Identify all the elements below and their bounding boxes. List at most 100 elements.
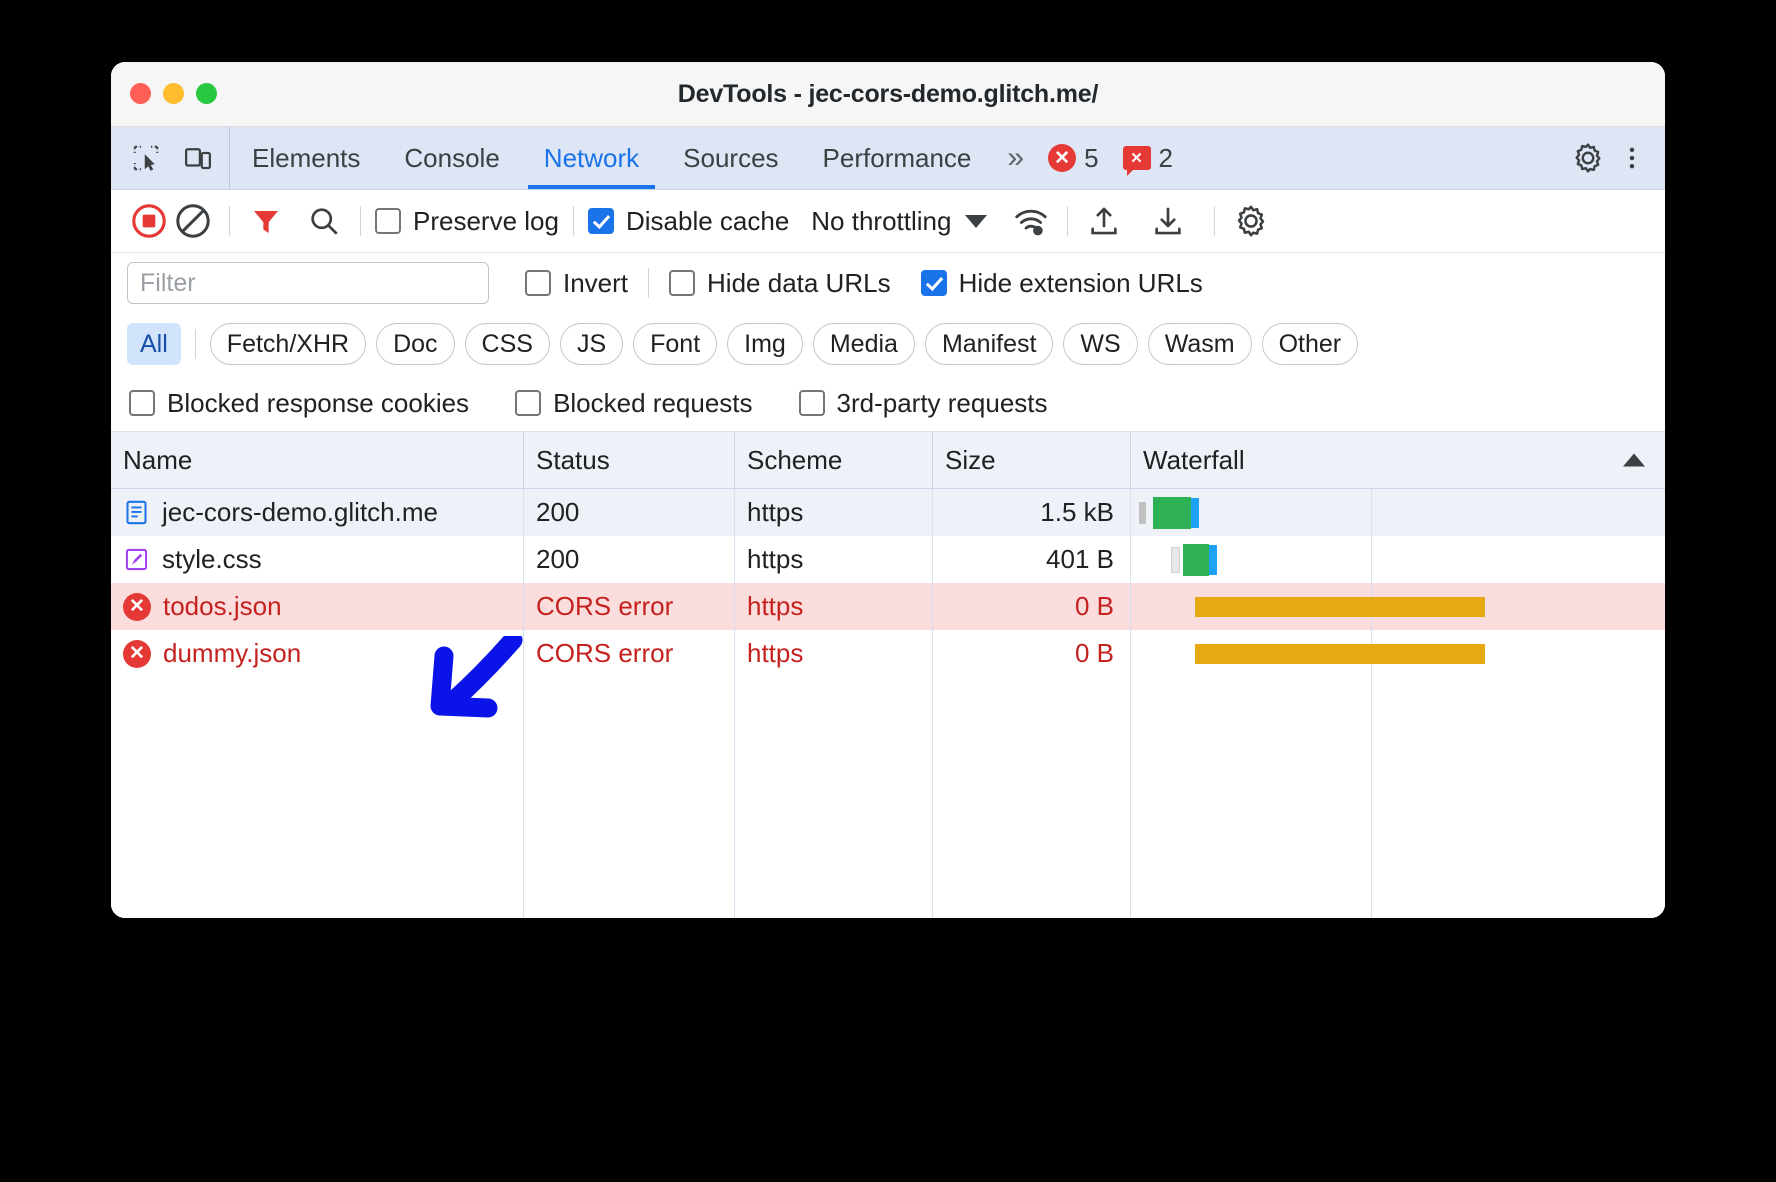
tab-elements[interactable]: Elements [230,127,382,189]
cell-status: CORS error [523,583,734,630]
chip-other[interactable]: Other [1261,323,1359,365]
third-party-requests-checkbox[interactable]: 3rd-party requests [798,387,1048,419]
waterfall-download-bar [1153,496,1191,529]
chip-divider [194,329,196,359]
devtools-tabbar: Elements Console Network Sources Perform… [111,127,1665,190]
invert-checkbox[interactable]: Invert [525,268,628,299]
blocked-filters-row: Blocked response cookies Blocked request… [111,375,1665,432]
requests-table: Name Status Scheme Size Waterfall jec-co… [111,432,1665,918]
minimize-window-button[interactable] [163,83,184,104]
network-settings-gear-icon[interactable] [1229,199,1273,243]
error-badge[interactable]: ✕ 5 [1048,143,1099,174]
column-header-status[interactable]: Status [523,432,734,488]
error-circle-icon: ✕ [1048,144,1077,172]
table-row[interactable]: jec-cors-demo.glitch.me 200 https 1.5 kB [111,489,1665,536]
network-conditions-icon[interactable] [1009,199,1053,243]
chip-wasm[interactable]: Wasm [1147,323,1252,365]
filter-divider [648,268,650,298]
blocked-requests-checkbox[interactable]: Blocked requests [515,387,753,419]
chip-ws[interactable]: WS [1063,323,1138,365]
device-toolbar-icon[interactable] [181,141,215,175]
chip-label: Doc [393,329,438,358]
tab-performance[interactable]: Performance [801,127,994,189]
toolbar-divider-2 [360,206,361,236]
table-row[interactable]: ✕ todos.json CORS error https 0 B [111,583,1665,630]
preserve-log-checkbox[interactable]: Preserve log [375,206,559,237]
checkbox-box [375,208,401,234]
chip-media[interactable]: Media [812,323,915,365]
tab-label: Network [543,142,640,173]
cell-waterfall [1130,630,1665,677]
fill-col-waterfall [1130,677,1665,918]
waterfall-gridline [1371,677,1372,918]
hide-data-urls-checkbox[interactable]: Hide data URLs [669,268,891,299]
cell-waterfall [1130,489,1665,536]
chip-all[interactable]: All [127,323,181,365]
tabbar-left-icons [111,127,230,189]
warning-message-icon: ✕ [1122,146,1151,176]
close-window-button[interactable] [130,83,151,104]
tab-network[interactable]: Network [522,127,661,189]
sort-ascending-icon [1623,453,1645,467]
disable-cache-checkbox[interactable]: Disable cache [587,206,789,237]
column-header-scheme[interactable]: Scheme [734,432,932,488]
warning-badge[interactable]: ✕ 2 [1122,143,1173,176]
chevron-down-icon [965,214,988,228]
cell-name: style.css [111,536,523,583]
chip-label: Fetch/XHR [226,329,350,358]
table-empty-area [111,677,1665,918]
chip-fetch-xhr[interactable]: Fetch/XHR [209,323,367,365]
chip-css[interactable]: CSS [464,323,550,365]
checkbox-box [798,390,825,416]
devtools-window: DevTools - jec-cors-demo.glitch.me/ Elem… [111,62,1665,918]
filter-funnel-icon[interactable] [244,199,288,243]
checkbox-box [129,390,155,416]
chip-js[interactable]: JS [559,323,624,365]
network-toolbar: Preserve log Disable cache No throttling [111,190,1665,253]
throttling-dropdown[interactable]: No throttling [811,206,988,237]
blocked-response-cookies-checkbox[interactable]: Blocked response cookies [129,388,469,419]
filter-input[interactable] [127,262,489,304]
export-har-icon[interactable] [1146,199,1190,243]
third-party-requests-label: 3rd-party requests [836,387,1048,418]
cell-name: ✕ dummy.json [111,630,523,677]
more-tabs-chevron-icon[interactable]: » [993,127,1034,189]
chip-font[interactable]: Font [633,323,718,365]
column-header-size[interactable]: Size [932,432,1130,488]
column-header-name[interactable]: Name [111,432,523,488]
chip-manifest[interactable]: Manifest [924,323,1054,365]
inspect-element-icon[interactable] [129,141,163,175]
table-header-row: Name Status Scheme Size Waterfall [111,432,1665,489]
import-har-icon[interactable] [1082,199,1126,243]
gear-icon[interactable] [1571,141,1605,175]
tab-sources[interactable]: Sources [661,127,800,189]
table-row[interactable]: ✕ dummy.json CORS error https 0 B [111,630,1665,677]
fill-col-status [523,677,734,918]
blocked-requests-label: Blocked requests [553,387,753,418]
cell-scheme: https [734,536,932,583]
column-header-waterfall[interactable]: Waterfall [1130,432,1665,488]
chip-label: CSS [481,329,533,358]
toolbar-divider [229,206,230,236]
column-label: Scheme [747,444,843,475]
chip-label: All [140,329,168,358]
search-icon[interactable] [302,199,346,243]
error-icon: ✕ [123,639,151,668]
record-stop-button[interactable] [127,199,171,243]
clear-button[interactable] [171,199,215,243]
chip-label: Img [744,329,786,358]
table-row[interactable]: style.css 200 https 401 B [111,536,1665,583]
chip-doc[interactable]: Doc [376,323,455,365]
tabbar-right-icons [1571,127,1665,189]
zoom-window-button[interactable] [196,83,217,104]
waterfall-wait-bar [1191,497,1199,528]
hide-extension-urls-checkbox[interactable]: Hide extension URLs [920,268,1203,299]
kebab-menu-icon[interactable] [1615,141,1649,175]
chip-img[interactable]: Img [727,323,803,365]
tab-label: Console [404,142,500,173]
tab-console[interactable]: Console [382,127,521,189]
cell-size: 401 B [932,536,1130,583]
cell-name: ✕ todos.json [111,583,523,630]
waterfall-wait-bar [1209,544,1217,575]
cell-size: 1.5 kB [932,489,1130,536]
